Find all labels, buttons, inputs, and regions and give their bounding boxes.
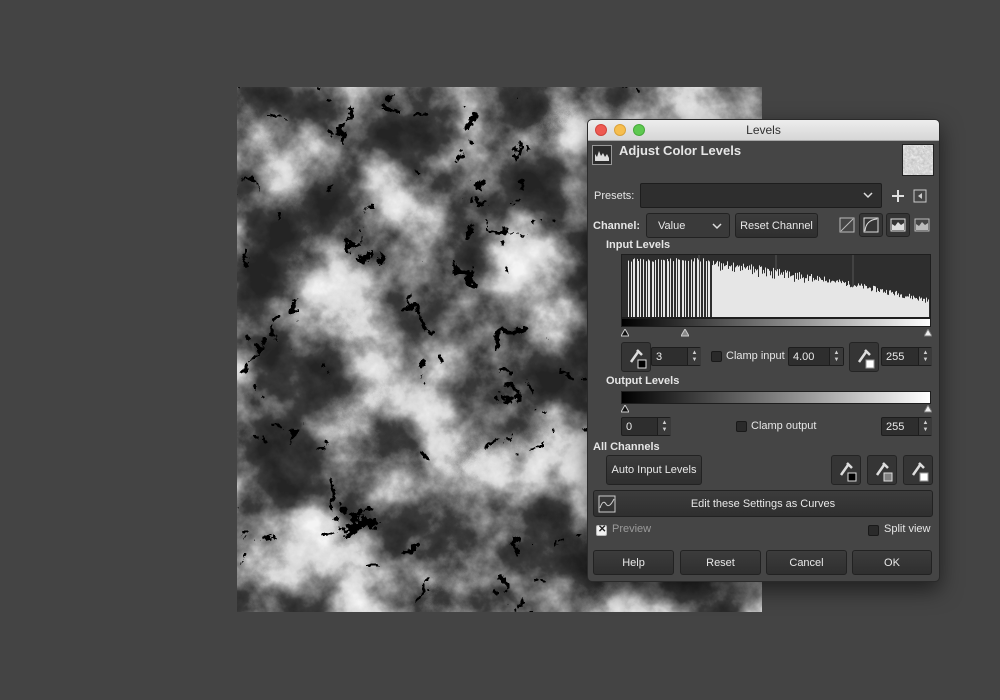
black-point-picker-icon[interactable] [621, 342, 651, 372]
output-black-point-slider[interactable] [620, 403, 630, 413]
input-low-value: 3 [656, 350, 663, 363]
input-gradient-bar[interactable] [621, 318, 931, 327]
channel-dropdown[interactable]: Value [646, 213, 730, 238]
white-point-picker-icon[interactable] [849, 342, 879, 372]
image-thumbnail-icon [902, 144, 934, 176]
output-low-spinner[interactable]: ▲ ▼ [657, 418, 671, 435]
title-bar[interactable]: Levels [588, 120, 939, 141]
gray-point-picker-icon[interactable] [867, 455, 897, 485]
edit-as-curves-button[interactable]: Edit these Settings as Curves [593, 490, 933, 517]
output-levels-heading: Output Levels [606, 375, 680, 387]
clamp-output-checkbox[interactable] [736, 421, 747, 432]
log-histogram-icon[interactable] [859, 213, 883, 237]
add-preset-icon[interactable] [890, 188, 906, 204]
output-gradient-bar[interactable] [621, 391, 931, 404]
auto-input-levels-button[interactable]: Auto Input Levels [606, 455, 702, 485]
chevron-down-icon [711, 220, 723, 235]
reset-channel-button[interactable]: Reset Channel [735, 213, 818, 238]
window-title: Levels [746, 123, 781, 137]
ok-button[interactable]: OK [852, 550, 932, 575]
histogram-mode-alt-icon[interactable] [914, 217, 930, 233]
black-point-picker-icon[interactable] [831, 455, 861, 485]
preview-checkbox[interactable] [596, 524, 607, 536]
input-gamma-spinner[interactable]: ▲ ▼ [829, 348, 843, 365]
presets-label: Presets: [594, 190, 635, 202]
edit-as-curves-label: Edit these Settings as Curves [690, 497, 836, 510]
output-high-spinner[interactable]: ▲ ▼ [918, 418, 932, 435]
output-white-point-slider[interactable] [923, 403, 933, 413]
clamp-input-label: Clamp input [726, 350, 785, 362]
help-button[interactable]: Help [593, 550, 674, 575]
chevron-down-icon [862, 189, 874, 204]
dialog-heading: Adjust Color Levels [619, 143, 742, 158]
input-gamma-slider[interactable] [680, 327, 690, 337]
input-high-value: 255 [886, 350, 905, 363]
white-point-picker-icon[interactable] [903, 455, 933, 485]
clamp-input-checkbox[interactable] [711, 351, 722, 362]
output-high-value: 255 [886, 420, 905, 433]
preset-menu-icon[interactable] [913, 189, 927, 203]
linear-histogram-icon[interactable] [839, 217, 855, 233]
input-low-spinner[interactable]: ▲ ▼ [687, 348, 701, 365]
curves-icon [598, 495, 616, 516]
cancel-button[interactable]: Cancel [766, 550, 847, 575]
preview-label: Preview [612, 523, 652, 535]
presets-dropdown[interactable] [640, 183, 882, 208]
levels-icon [592, 145, 612, 165]
clamp-output-label: Clamp output [751, 420, 817, 432]
input-high-spinner[interactable]: ▲ ▼ [918, 348, 932, 365]
histogram-mode-icon[interactable] [886, 213, 910, 237]
levels-dialog: Levels Adjust Color Levels Presets: Chan… [587, 119, 940, 582]
split-view-label: Split view [884, 523, 931, 535]
all-channels-heading: All Channels [593, 441, 660, 453]
output-low-value: 0 [626, 420, 633, 433]
input-white-point-slider[interactable] [923, 327, 933, 337]
reset-button[interactable]: Reset [680, 550, 761, 575]
input-levels-heading: Input Levels [606, 239, 671, 251]
input-black-point-slider[interactable] [620, 327, 630, 337]
split-view-checkbox[interactable] [868, 525, 879, 536]
input-histogram[interactable] [621, 254, 931, 318]
channel-value: Value [658, 219, 686, 232]
channel-label: Channel: [593, 220, 641, 232]
input-gamma-value: 4.00 [793, 350, 815, 363]
